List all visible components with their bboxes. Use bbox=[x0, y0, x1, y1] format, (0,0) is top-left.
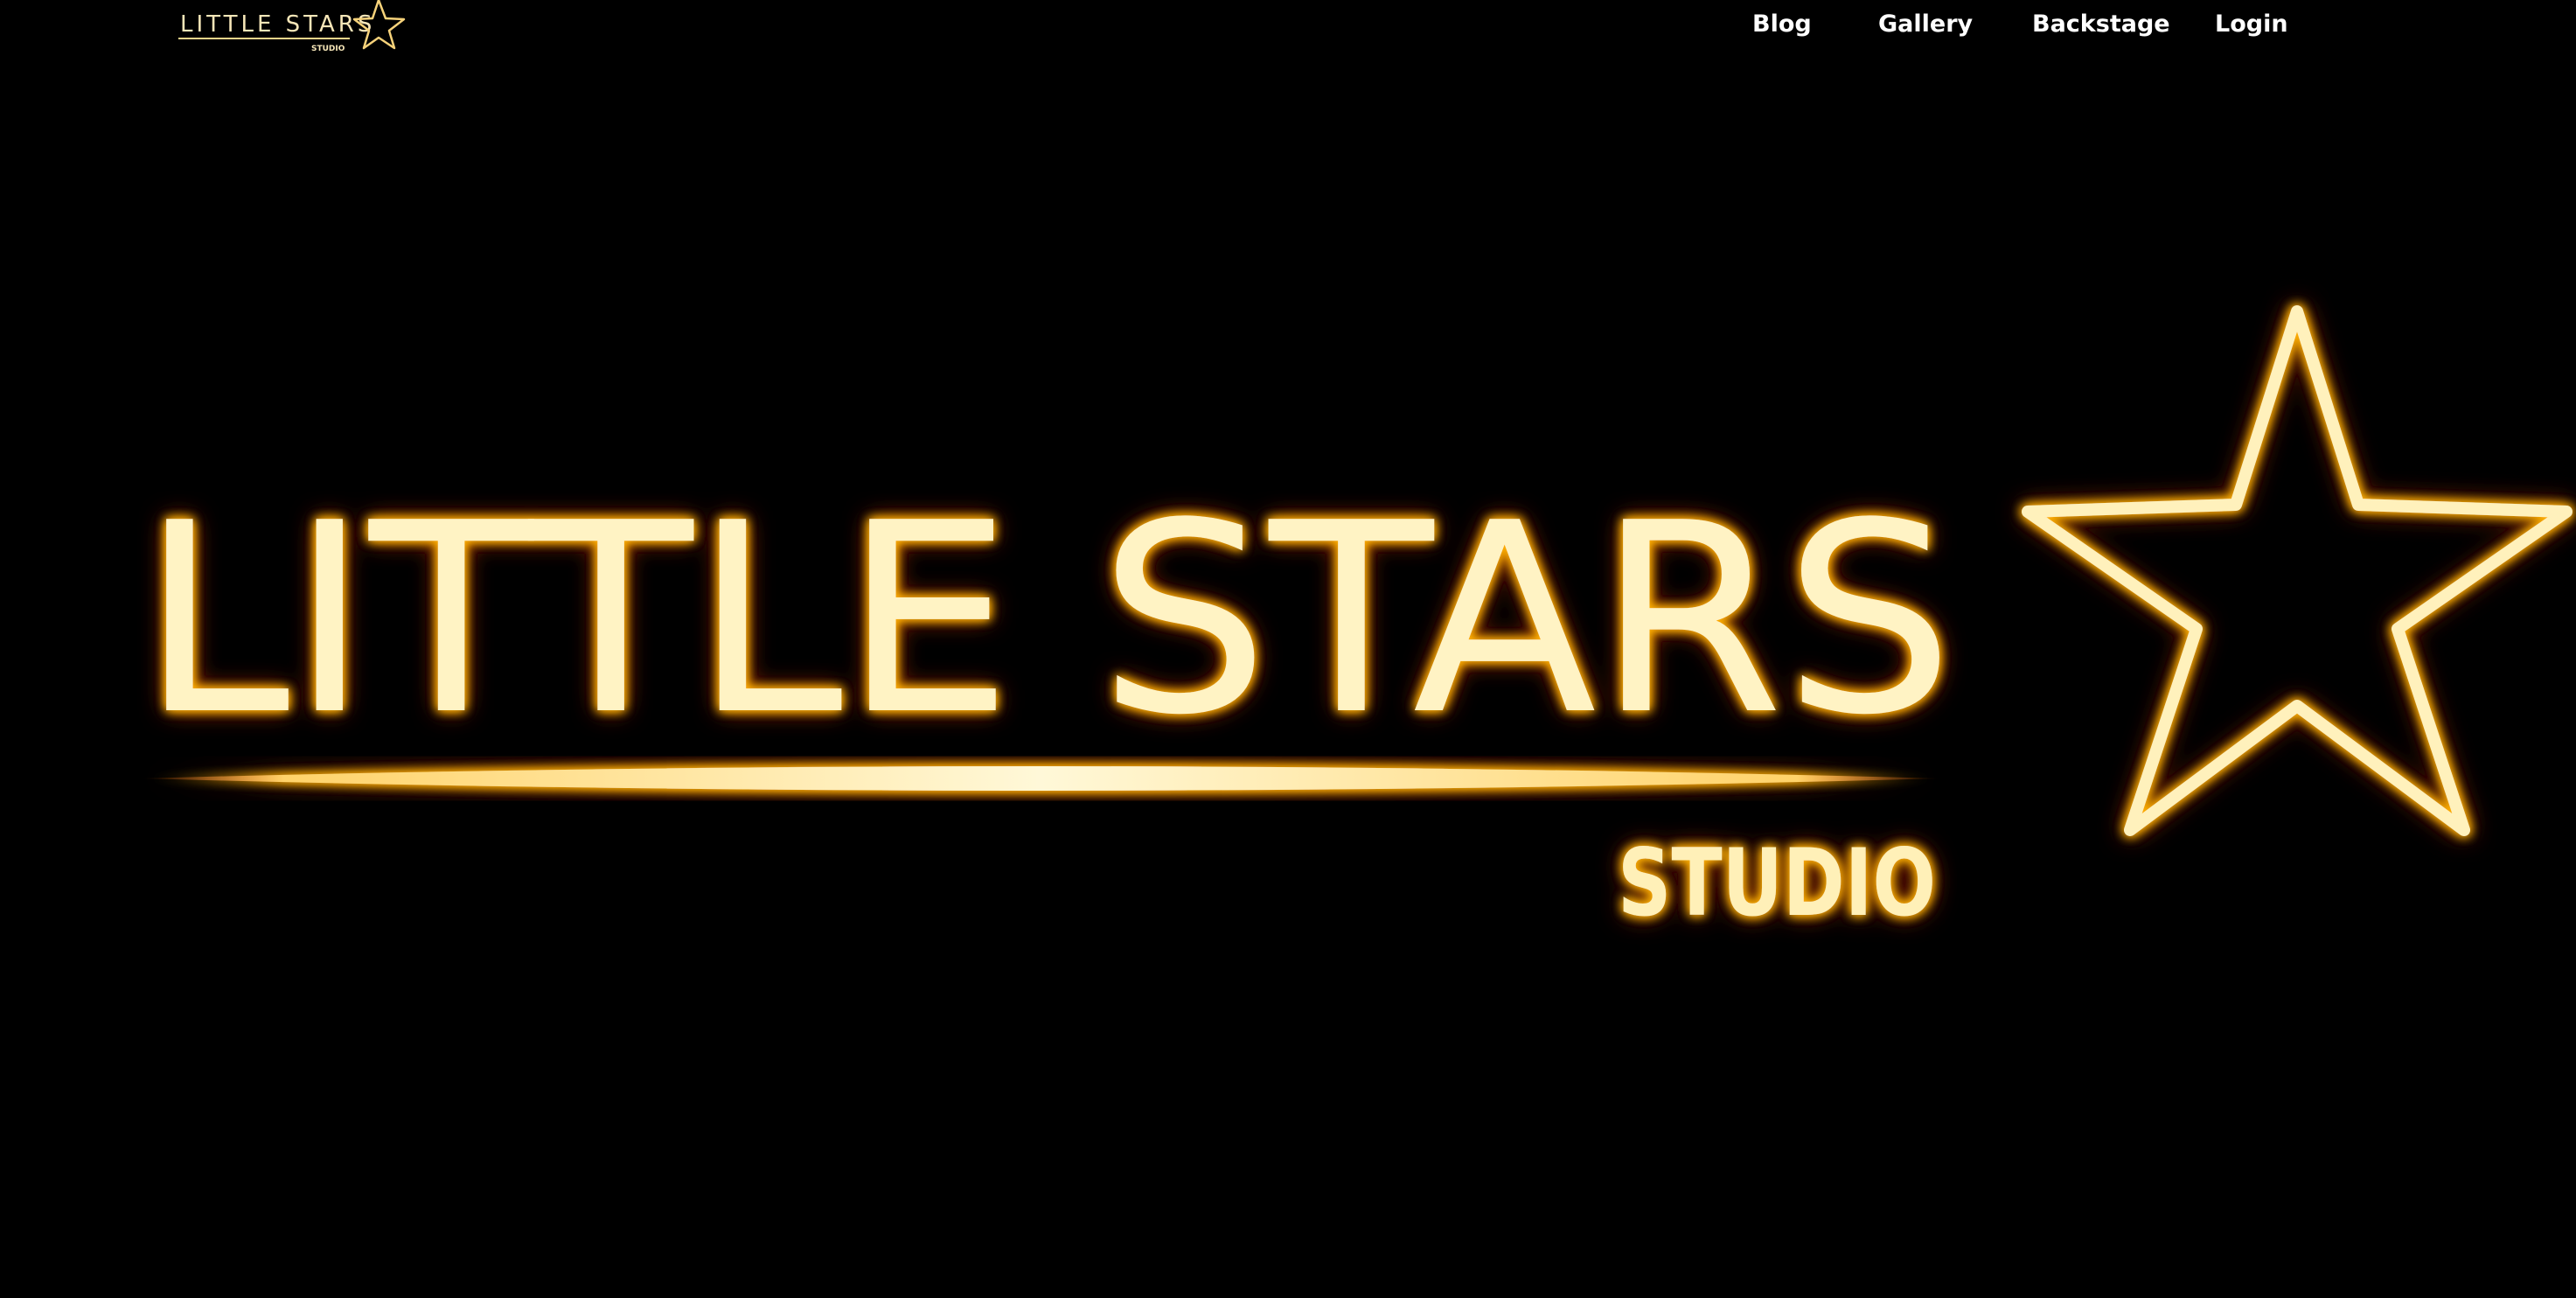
nav-gallery-link[interactable]: Gallery bbox=[1878, 9, 1973, 40]
nav-login-link[interactable]: Login bbox=[2215, 9, 2288, 40]
hero-logo-title: LITTLE STARS bbox=[140, 467, 1954, 772]
hero-neon-logo: LITTLE STARS STUDIO bbox=[140, 305, 2573, 937]
header-logo-subtext: STUDIO bbox=[311, 45, 345, 53]
nav-blog-link[interactable]: Blog bbox=[1752, 9, 1812, 40]
hero-banner: LITTLE STARS STUDIO bbox=[0, 63, 2576, 1298]
main-nav: Blog Gallery Backstage Login bbox=[0, 9, 2576, 44]
site-header: LITTLE STARS STUDIO Blog Gallery Backsta… bbox=[0, 0, 2576, 63]
neon-star-icon bbox=[2022, 305, 2573, 836]
nav-backstage-link[interactable]: Backstage bbox=[2032, 9, 2170, 40]
hero-logo-subtitle: STUDIO bbox=[1618, 829, 1936, 937]
